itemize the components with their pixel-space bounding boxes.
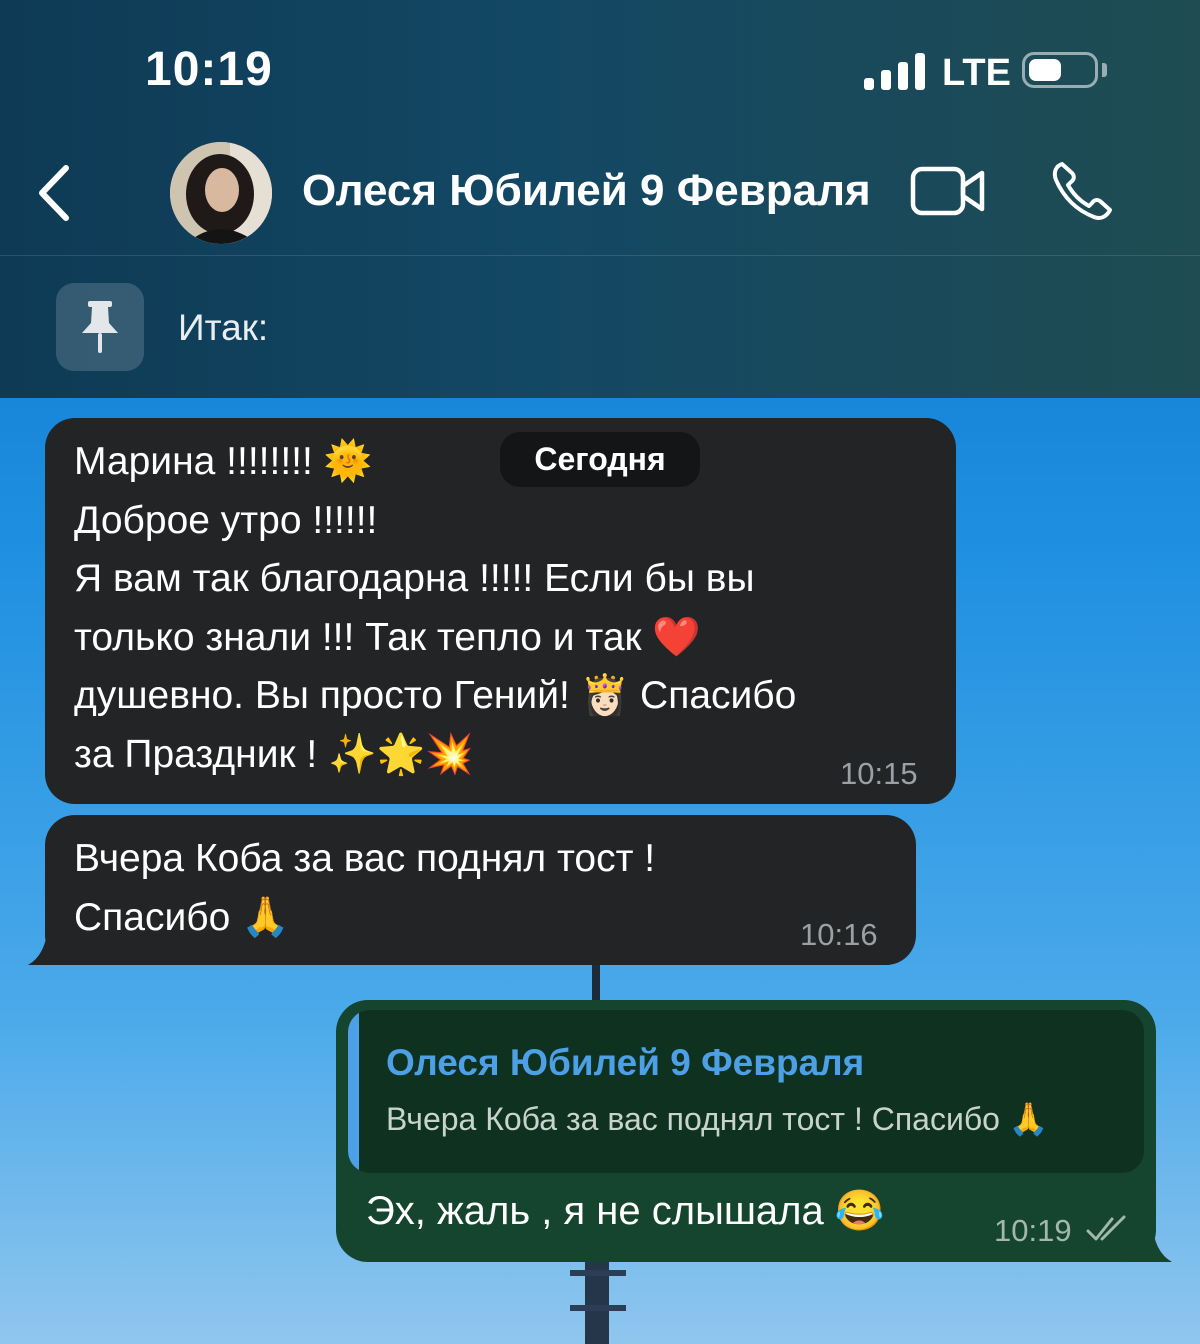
reply-quote[interactable]: [348, 1010, 1144, 1173]
status-time: 10:19: [145, 43, 273, 96]
contact-name[interactable]: Олеся Юбилей 9 Февраля: [302, 166, 871, 216]
network-type: LTE: [942, 52, 1011, 94]
chat-header: 10:19 LTE Олеся Юбилей 9 Февраля Итак:: [0, 0, 1200, 398]
message-text: Вчера Коба за вас поднял тост ! Спасибо …: [74, 837, 656, 939]
reply-quote-author: Олеся Юбилей 9 Февраля: [386, 1042, 865, 1083]
pin-icon: [82, 301, 118, 353]
avatar[interactable]: [170, 142, 272, 244]
message-time: 10:16: [800, 917, 878, 952]
tower-background-bar: [570, 1305, 626, 1311]
bubble-tail: [28, 925, 78, 965]
message-time: 10:15: [840, 756, 918, 791]
back-button[interactable]: [28, 160, 88, 226]
message-text: Эх, жаль , я не слышала 😂: [366, 1189, 885, 1233]
video-camera-icon: [910, 166, 985, 216]
signal-strength-icon: [864, 52, 928, 90]
pinned-message-text[interactable]: Итак:: [178, 307, 268, 349]
reply-quote-text: Вчера Коба за вас поднял тост ! Спасибо …: [386, 1101, 1049, 1137]
reply-quote-accent: [348, 1010, 359, 1173]
header-divider: [0, 255, 1200, 256]
read-receipt-icon: [1086, 1215, 1126, 1241]
message-time: 10:19: [994, 1213, 1072, 1248]
chevron-left-icon: [39, 165, 69, 221]
battery-icon: [1022, 52, 1098, 88]
battery-tip: [1102, 63, 1107, 77]
message-text: Марина !!!!!!!! 🌞 Доброе утро !!!!!! Я в…: [74, 440, 797, 776]
voice-call-button[interactable]: [1050, 160, 1114, 222]
tower-background-bar: [570, 1270, 626, 1276]
bubble-tail: [1126, 1222, 1172, 1262]
phone-icon: [1052, 162, 1112, 221]
video-call-button[interactable]: [910, 164, 988, 218]
date-separator: Сегодня: [500, 432, 700, 487]
pinned-message-button[interactable]: [56, 283, 144, 371]
